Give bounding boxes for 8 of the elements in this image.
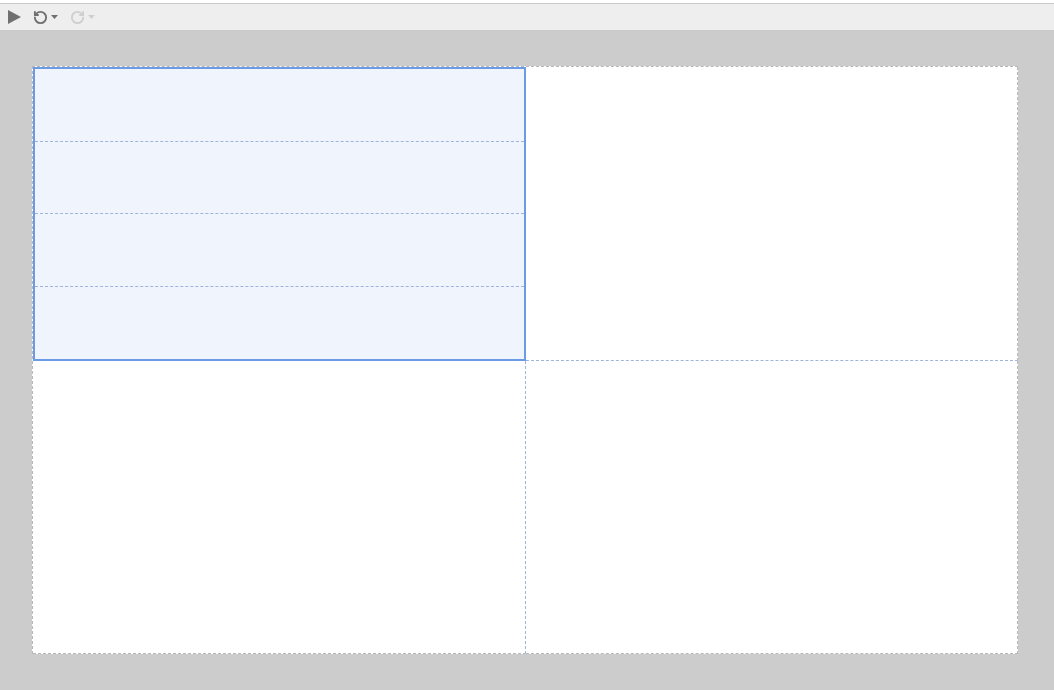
layout-cell[interactable] — [525, 360, 1018, 654]
redo-icon — [70, 9, 85, 25]
layout-cell[interactable] — [33, 67, 526, 361]
caret-icon — [51, 15, 58, 19]
undo-icon — [33, 9, 48, 25]
layout-cell[interactable] — [33, 360, 526, 654]
layout-cell[interactable] — [525, 67, 1018, 361]
play-icon — [8, 10, 21, 24]
